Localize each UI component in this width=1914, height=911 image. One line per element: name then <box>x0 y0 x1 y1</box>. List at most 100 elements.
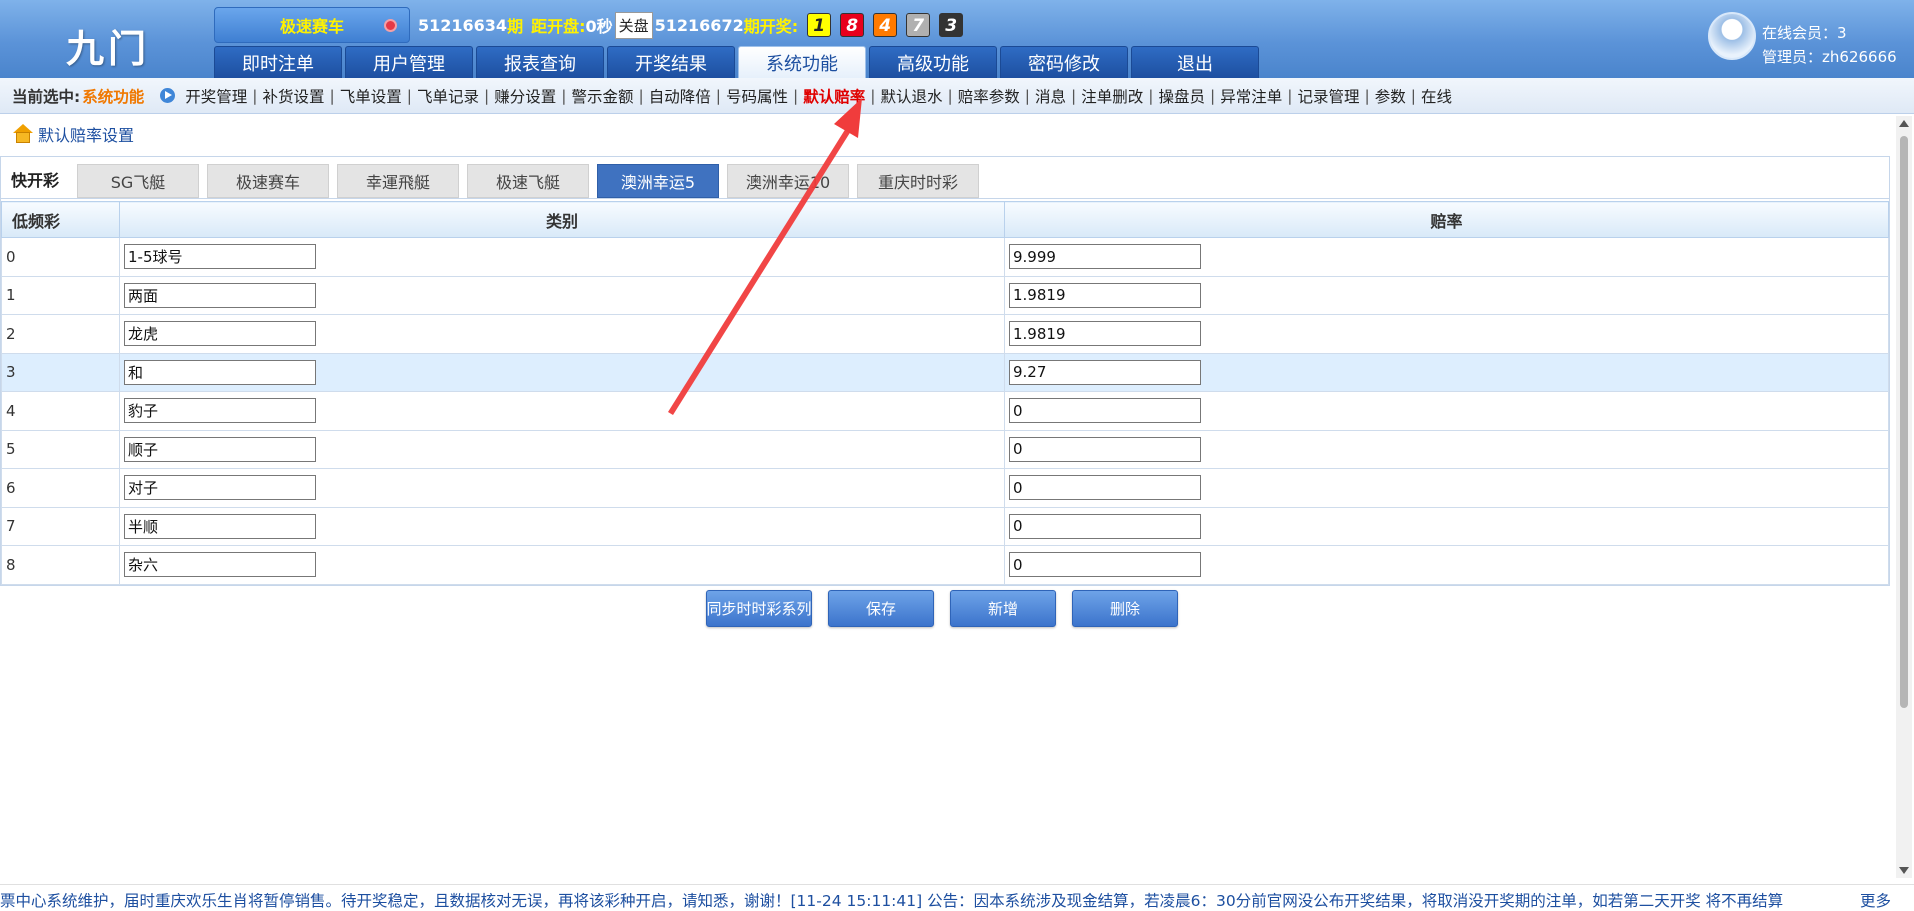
category-input[interactable] <box>124 513 316 539</box>
column-header-index: 低频彩 <box>1 201 120 238</box>
period-suffix: 期 <box>507 17 524 36</box>
nav-tab-advanced[interactable]: 高级功能 <box>869 46 997 78</box>
table-row: 0 <box>1 237 1889 277</box>
vertical-scrollbar[interactable] <box>1896 116 1912 878</box>
lottery-tab-speed-racing[interactable]: 极速赛车 <box>207 164 329 198</box>
record-icon <box>384 19 397 32</box>
draw-period: 51216672 <box>654 15 744 35</box>
row-index: 2 <box>1 314 120 354</box>
nav-tab-live-bets[interactable]: 即时注单 <box>214 46 342 78</box>
save-button[interactable]: 保存 <box>828 590 934 627</box>
submenu-odds-params[interactable]: 赔率参数 <box>958 85 1020 107</box>
current-period: 51216634 <box>418 15 508 35</box>
category-input[interactable] <box>124 398 316 424</box>
submenu-auto-reduce[interactable]: 自动降倍 <box>649 85 711 107</box>
period-info: 51216634 期 距开盘: 0秒 关盘 51216672 期开奖: 1 8 … <box>418 11 964 39</box>
page-title: 默认赔率设置 <box>12 122 134 146</box>
nav-tab-user-management[interactable]: 用户管理 <box>345 46 473 78</box>
submenu-earn-settings[interactable]: 赚分设置 <box>494 85 556 107</box>
submenu-messages[interactable]: 消息 <box>1035 85 1066 107</box>
category-input[interactable] <box>124 244 316 270</box>
submenu-record-management[interactable]: 记录管理 <box>1297 85 1359 107</box>
lottery-tab-speed-airship[interactable]: 极速飞艇 <box>467 164 589 198</box>
odds-input[interactable] <box>1009 321 1201 347</box>
more-link[interactable]: 更多 <box>1860 889 1891 911</box>
row-index: 3 <box>1 352 120 392</box>
table-row: 6 <box>1 468 1889 508</box>
submenu-parameters[interactable]: 参数 <box>1375 85 1406 107</box>
submenu-draw-management[interactable]: 开奖管理 <box>185 85 247 107</box>
submenu-replenish-settings[interactable]: 补货设置 <box>262 85 324 107</box>
submenu-warning-amount[interactable]: 警示金额 <box>571 85 633 107</box>
odds-input[interactable] <box>1009 513 1201 539</box>
category-input[interactable] <box>124 475 316 501</box>
site-logo: 九门 <box>66 27 151 71</box>
nav-tab-reports[interactable]: 报表查询 <box>476 46 604 78</box>
odds-input[interactable] <box>1009 398 1201 424</box>
odds-table: 低频彩 类别 赔率 0 1 2 3 <box>1 201 1889 585</box>
odds-input[interactable] <box>1009 244 1201 270</box>
nav-tab-logout[interactable]: 退出 <box>1131 46 1259 78</box>
lottery-tabs: 快开彩 SG飞艇 极速赛车 幸運飛艇 极速飞艇 澳洲幸运5 澳洲幸运10 重庆时… <box>1 157 1889 199</box>
row-index: 0 <box>1 237 120 277</box>
lottery-tab-aus-lucky-10[interactable]: 澳洲幸运10 <box>727 164 849 198</box>
odds-input[interactable] <box>1009 282 1201 308</box>
delete-button[interactable]: 删除 <box>1072 590 1178 627</box>
odds-settings-panel: 快开彩 SG飞艇 极速赛车 幸運飛艇 极速飞艇 澳洲幸运5 澳洲幸运10 重庆时… <box>0 156 1890 586</box>
table-row: 4 <box>1 391 1889 431</box>
scrollbar-thumb[interactable] <box>1900 136 1908 708</box>
odds-input[interactable] <box>1009 552 1201 578</box>
category-input[interactable] <box>124 436 316 462</box>
column-header-category: 类别 <box>119 201 1005 238</box>
play-arrow-icon <box>160 88 176 103</box>
submenu-number-attributes[interactable]: 号码属性 <box>726 85 788 107</box>
submenu-fly-settings[interactable]: 飞单设置 <box>340 85 402 107</box>
row-index: 6 <box>1 468 120 508</box>
result-ball-5: 3 <box>939 13 964 37</box>
row-index: 1 <box>1 275 120 315</box>
home-icon <box>12 124 34 144</box>
submenu-online[interactable]: 在线 <box>1421 85 1452 107</box>
category-input[interactable] <box>124 359 316 385</box>
submenu-operators[interactable]: 操盘员 <box>1158 85 1205 107</box>
add-button[interactable]: 新增 <box>950 590 1056 627</box>
game-selector[interactable]: 极速赛车 <box>214 7 410 43</box>
submenu-default-rebate[interactable]: 默认退水 <box>880 85 942 107</box>
nav-tab-system-functions[interactable]: 系统功能 <box>738 46 866 78</box>
submenu-bet-edit[interactable]: 注单删改 <box>1081 85 1143 107</box>
admin-account: 管理员：zh626666 <box>1762 48 1897 66</box>
lottery-group-label: 快开彩 <box>11 171 60 190</box>
submenu-fly-records[interactable]: 飞单记录 <box>417 85 479 107</box>
submenu-default-odds[interactable]: 默认赔率 <box>803 85 865 107</box>
scroll-down-icon[interactable] <box>1899 867 1909 874</box>
countdown-value: 0秒 <box>585 17 613 36</box>
row-index: 5 <box>1 429 120 469</box>
table-row: 1 <box>1 275 1889 315</box>
category-input[interactable] <box>124 321 316 347</box>
lottery-tab-aus-lucky-5[interactable]: 澳洲幸运5 <box>597 164 719 198</box>
nav-tab-draw-results[interactable]: 开奖结果 <box>607 46 735 78</box>
category-input[interactable] <box>124 282 316 308</box>
page-title-text: 默认赔率设置 <box>38 126 135 145</box>
odds-input[interactable] <box>1009 475 1201 501</box>
row-index: 7 <box>1 506 120 546</box>
odds-input[interactable] <box>1009 359 1201 385</box>
scroll-up-icon[interactable] <box>1899 120 1909 127</box>
countdown-label: 距开盘: <box>531 17 586 36</box>
odds-input[interactable] <box>1009 436 1201 462</box>
user-info: 在线会员：3 管理员：zh626666 <box>1708 10 1914 70</box>
submenu-abnormal-bets[interactable]: 异常注单 <box>1220 85 1282 107</box>
nav-tab-change-password[interactable]: 密码修改 <box>1000 46 1128 78</box>
avatar-icon <box>1708 12 1756 60</box>
result-ball-2: 8 <box>840 13 865 37</box>
lottery-tab-chongqing-ssc[interactable]: 重庆时时彩 <box>857 164 979 198</box>
column-header-odds: 赔率 <box>1004 201 1889 238</box>
result-ball-4: 7 <box>906 13 931 37</box>
category-input[interactable] <box>124 552 316 578</box>
sync-ssc-button[interactable]: 同步时时彩系列 <box>706 590 812 627</box>
table-header-row: 低频彩 类别 赔率 <box>1 201 1889 238</box>
lottery-tab-sg-airship[interactable]: SG飞艇 <box>77 164 199 198</box>
lottery-tab-lucky-airship[interactable]: 幸運飛艇 <box>337 164 459 198</box>
result-ball-3: 4 <box>873 13 898 37</box>
table-row-highlighted: 3 <box>1 352 1889 392</box>
